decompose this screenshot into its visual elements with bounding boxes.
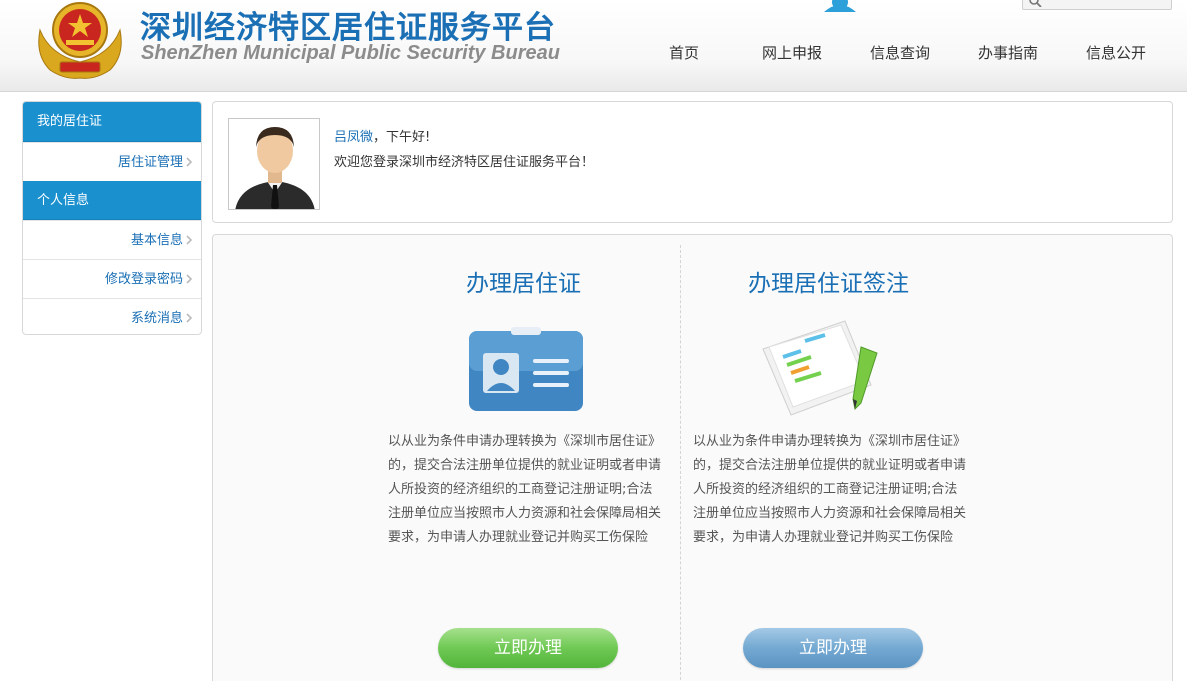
search-input[interactable] bbox=[1022, 0, 1172, 10]
id-card-icon bbox=[469, 327, 583, 411]
apply-now-button[interactable]: 立即办理 bbox=[438, 628, 618, 668]
card-desc-permit-endorsement: 以从业为条件申请办理转换为《深圳市居住证》的，提交合法注册单位提供的就业证明或者… bbox=[693, 434, 967, 545]
nav-online-apply[interactable]: 网上申报 bbox=[738, 42, 846, 63]
username-link[interactable]: 吕凤微 bbox=[334, 130, 373, 145]
police-emblem-icon bbox=[38, 2, 122, 79]
sidebar-item-label: 修改登录密码 bbox=[104, 272, 183, 287]
chevron-right-icon bbox=[186, 313, 193, 323]
site-title-en: ShenZhen Municipal Public Security Burea… bbox=[141, 42, 560, 64]
sidebar-item-label: 基本信息 bbox=[130, 233, 183, 248]
card-title-permit-endorsement: 办理居住证签注 bbox=[748, 271, 909, 297]
panel-divider bbox=[680, 245, 681, 681]
page-header: 深圳经济特区居住证服务平台 ShenZhen Municipal Public … bbox=[0, 0, 1187, 92]
welcome-panel: 吕凤微，下午好! 欢迎您登录深圳市经济特区居住证服务平台！ bbox=[212, 101, 1173, 223]
endorse-now-button[interactable]: 立即办理 bbox=[743, 628, 923, 668]
sidebar-item-change-password[interactable]: 修改登录密码 bbox=[23, 259, 201, 298]
user-account-icon[interactable] bbox=[821, 0, 859, 12]
card-desc-apply-permit: 以从业为条件申请办理转换为《深圳市居住证》的，提交合法注册单位提供的就业证明或者… bbox=[388, 434, 662, 545]
sidebar-item-label: 居住证管理 bbox=[117, 155, 183, 170]
welcome-message: 欢迎您登录深圳市经济特区居住证服务平台！ bbox=[334, 155, 595, 170]
services-panel: 办理居住证 以从业为条件申请办理转换为《深圳市居住证》的，提交合法注册单位提供的… bbox=[212, 234, 1173, 681]
main-nav: 首页 网上申报 信息查询 办事指南 信息公开 bbox=[630, 42, 1170, 63]
avatar bbox=[228, 118, 320, 210]
nav-home[interactable]: 首页 bbox=[630, 42, 738, 63]
sidebar-item-system-messages[interactable]: 系统消息 bbox=[23, 298, 201, 334]
search-icon[interactable] bbox=[1029, 0, 1043, 7]
chevron-right-icon bbox=[186, 157, 193, 167]
nav-guide[interactable]: 办事指南 bbox=[954, 42, 1062, 63]
sidebar-item-basic-info[interactable]: 基本信息 bbox=[23, 220, 201, 259]
greeting-suffix: ，下午好! bbox=[373, 130, 431, 145]
sidebar-item-permit-management[interactable]: 居住证管理 bbox=[23, 142, 201, 181]
sidebar-section-personal-info[interactable]: 个人信息 bbox=[23, 181, 201, 220]
nav-info-query[interactable]: 信息查询 bbox=[846, 42, 954, 63]
user-avatar-icon bbox=[229, 119, 319, 209]
site-title-cn: 深圳经济特区居住证服务平台 bbox=[140, 10, 556, 46]
chevron-right-icon bbox=[186, 274, 193, 284]
chevron-right-icon bbox=[186, 235, 193, 245]
sidebar: 我的居住证 居住证管理 个人信息 基本信息 修改登录密码 系统消息 bbox=[22, 101, 202, 335]
greeting-text: 吕凤微，下午好! bbox=[334, 126, 430, 145]
document-pencil-icon bbox=[762, 320, 878, 416]
card-title-apply-permit: 办理居住证 bbox=[466, 271, 581, 297]
sidebar-item-label: 系统消息 bbox=[130, 311, 183, 326]
nav-info-public[interactable]: 信息公开 bbox=[1062, 42, 1170, 63]
sidebar-section-my-permit[interactable]: 我的居住证 bbox=[23, 102, 201, 142]
